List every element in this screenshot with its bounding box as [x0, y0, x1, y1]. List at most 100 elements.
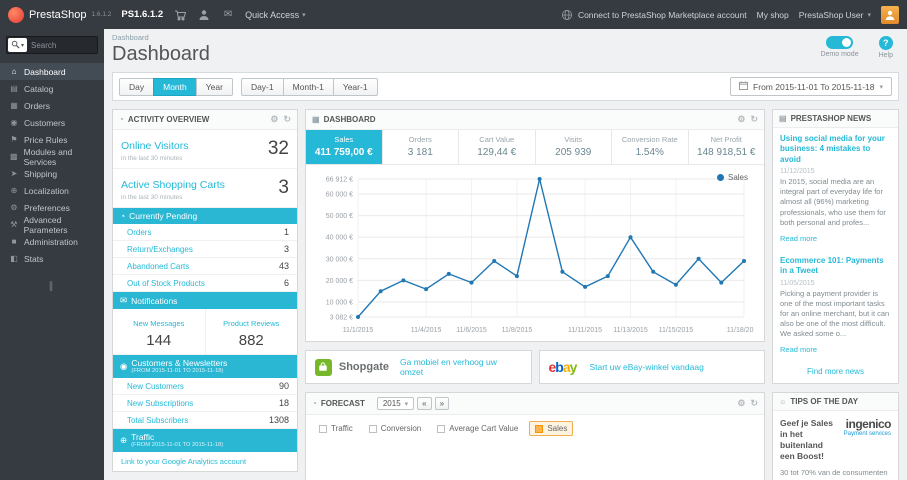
- read-more-link[interactable]: Read more: [780, 234, 817, 243]
- sidebar-item-stats[interactable]: ◧ Stats: [0, 250, 104, 267]
- search-scope-button[interactable]: ▾: [8, 38, 28, 52]
- filter-day-button[interactable]: Day: [119, 77, 155, 96]
- forecast-legend-conversion[interactable]: Conversion: [364, 422, 426, 435]
- pending-returns-value: 3: [283, 244, 289, 254]
- shopgate-link[interactable]: Ga mobiel en verhoog uw omzet: [400, 357, 522, 377]
- refresh-icon[interactable]: ↻: [750, 114, 758, 125]
- sidebar-item-modules[interactable]: ▩ Modules and Services: [0, 147, 104, 167]
- sidebar-item-dashboard[interactable]: ⌂ Dashboard: [0, 63, 104, 80]
- new-subscriptions-link[interactable]: New Subscriptions: [127, 399, 193, 408]
- kpi-net-profit[interactable]: Net Profit 148 918,51 €: [688, 130, 764, 164]
- prestashop-logo[interactable]: PrestaShop 1.6.1.2: [8, 6, 111, 23]
- read-more-link[interactable]: Read more: [780, 345, 817, 354]
- kpi-cart-value[interactable]: Cart Value 129,44 €: [459, 130, 536, 164]
- kpi-visits[interactable]: Visits 205 939: [535, 130, 612, 164]
- panel-title: FORECAST: [320, 399, 365, 408]
- panel-title: DASHBOARD: [323, 115, 376, 124]
- kpi-conversion-rate[interactable]: Conversion Rate 1.54%: [612, 130, 689, 164]
- forecast-legend-sales[interactable]: Sales: [529, 421, 574, 436]
- globe-icon: [560, 8, 574, 22]
- pending-orders-row: Orders 1: [113, 224, 297, 241]
- sidebar-item-advanced-parameters[interactable]: ⚒ Advanced Parameters: [0, 215, 104, 235]
- filter-month-button[interactable]: Month: [153, 77, 197, 96]
- cart-icon[interactable]: [173, 8, 187, 22]
- previous-year-button[interactable]: «: [417, 397, 432, 410]
- product-reviews-link[interactable]: Product Reviews: [223, 319, 279, 328]
- legend-label: Conversion: [380, 424, 422, 433]
- kpi-orders[interactable]: Orders 3 181: [382, 130, 459, 164]
- next-year-button[interactable]: »: [434, 397, 450, 410]
- filter-day-1-button[interactable]: Day-1: [240, 77, 284, 96]
- filter-year-button[interactable]: Year: [195, 77, 233, 96]
- kpi-label: Conversion Rate: [621, 135, 678, 144]
- help-icon[interactable]: ?: [878, 36, 893, 50]
- online-visitors-link[interactable]: Online Visitors: [121, 140, 189, 152]
- gear-icon[interactable]: ⚙: [737, 398, 745, 409]
- forecast-legend-average-cart-value[interactable]: Average Cart Value: [432, 422, 523, 435]
- date-range-picker[interactable]: From 2015-11-01 To 2015-11-18 ▾: [730, 77, 892, 96]
- message-icon[interactable]: ✉: [221, 8, 235, 22]
- sidebar-collapse-button[interactable]: ∥: [0, 281, 104, 292]
- date-range-label: From 2015-11-01 To 2015-11-18: [753, 81, 875, 92]
- sidebar-item-preferences[interactable]: ⚙ Preferences: [0, 199, 104, 216]
- sidebar-item-administration[interactable]: ■ Administration: [0, 233, 104, 250]
- new-messages-link[interactable]: New Messages: [133, 319, 184, 328]
- customer-icon[interactable]: [197, 8, 211, 22]
- filter-month-1-button[interactable]: Month-1: [282, 77, 334, 96]
- ingenico-logo[interactable]: ingenico Payment services: [844, 418, 892, 462]
- news-article-title-link[interactable]: Using social media for your business: 4 …: [780, 134, 891, 165]
- clock-icon: ◔: [120, 211, 126, 221]
- refresh-icon[interactable]: ↻: [750, 398, 758, 409]
- out-of-stock-link[interactable]: Out of Stock Products: [127, 279, 205, 288]
- avatar[interactable]: [881, 5, 899, 24]
- product-reviews-cell[interactable]: Product Reviews 882: [204, 309, 298, 354]
- new-messages-cell[interactable]: New Messages 144: [113, 309, 205, 354]
- ebay-link[interactable]: Start uw eBay-winkel vandaag: [589, 362, 703, 372]
- refresh-icon[interactable]: ↻: [283, 114, 291, 125]
- online-visitors-row: Online Visitors in the last 30 minutes 3…: [113, 130, 297, 169]
- demo-mode-toggle[interactable]: [826, 36, 854, 49]
- user-menu[interactable]: PrestaShop User ▾: [799, 10, 871, 20]
- gear-icon[interactable]: ⚙: [270, 114, 278, 125]
- my-shop-link[interactable]: My shop: [757, 10, 789, 20]
- forecast-panel: ◔ FORECAST 2015 ▾ « » ⚙ ↻ Traffic Conver…: [305, 392, 765, 480]
- main-content: Dashboard Dashboard Demo mode ? Help Day…: [104, 29, 907, 480]
- sidebar-item-orders[interactable]: ▦ Orders: [0, 97, 104, 114]
- forecast-chart-area: [306, 442, 764, 480]
- forecast-year-select[interactable]: 2015 ▾: [376, 397, 415, 410]
- sidebar-search[interactable]: ▾: [6, 36, 98, 54]
- section-title: Traffic: [131, 432, 155, 443]
- sidebar-item-localization[interactable]: ⊕ Localization: [0, 182, 104, 199]
- active-carts-value: 3: [278, 177, 289, 198]
- find-more-news-link[interactable]: Find more news: [807, 367, 864, 376]
- svg-text:30 000 €: 30 000 €: [326, 256, 353, 263]
- sidebar-item-customers[interactable]: ◉ Customers: [0, 114, 104, 131]
- total-subscribers-link[interactable]: Total Subscribers: [127, 416, 188, 425]
- product-reviews-value: 882: [238, 332, 264, 349]
- sidebar-item-catalog[interactable]: ▤ Catalog: [0, 80, 104, 97]
- forecast-legend-traffic[interactable]: Traffic: [314, 422, 358, 435]
- sidebar-item-shipping[interactable]: ➤ Shipping: [0, 165, 104, 182]
- sidebar-item-price-rules[interactable]: ⚑ Price Rules: [0, 131, 104, 148]
- pending-returns-link[interactable]: Return/Exchanges: [127, 245, 193, 254]
- gear-icon[interactable]: ⚙: [737, 114, 745, 125]
- price-rules-icon: ⚑: [10, 135, 18, 144]
- marketplace-link[interactable]: Connect to PrestaShop Marketplace accoun…: [560, 8, 747, 22]
- news-article-title-link[interactable]: Ecommerce 101: Payments in a Tweet: [780, 256, 891, 277]
- kpi-label: Sales: [334, 135, 354, 144]
- pending-orders-link[interactable]: Orders: [127, 228, 151, 237]
- filter-year-1-button[interactable]: Year-1: [332, 77, 378, 96]
- sidebar-item-label: Administration: [24, 236, 78, 247]
- svg-text:60 000 €: 60 000 €: [326, 191, 353, 198]
- abandoned-carts-link[interactable]: Abandoned Carts: [127, 262, 189, 271]
- online-visitors-value: 32: [267, 138, 289, 159]
- active-carts-link[interactable]: Active Shopping Carts: [121, 179, 225, 191]
- forecast-year-value: 2015: [382, 399, 401, 408]
- search-input[interactable]: [27, 40, 96, 50]
- chart-legend[interactable]: Sales: [716, 173, 748, 182]
- kpi-sales[interactable]: Sales 411 759,00 €: [306, 130, 383, 164]
- quick-access-menu[interactable]: Quick Access ▾: [245, 10, 306, 20]
- shopgate-logo: Shopgate: [338, 361, 389, 373]
- google-analytics-link[interactable]: Link to your Google Analytics account: [121, 457, 246, 466]
- new-customers-link[interactable]: New Customers: [127, 382, 184, 391]
